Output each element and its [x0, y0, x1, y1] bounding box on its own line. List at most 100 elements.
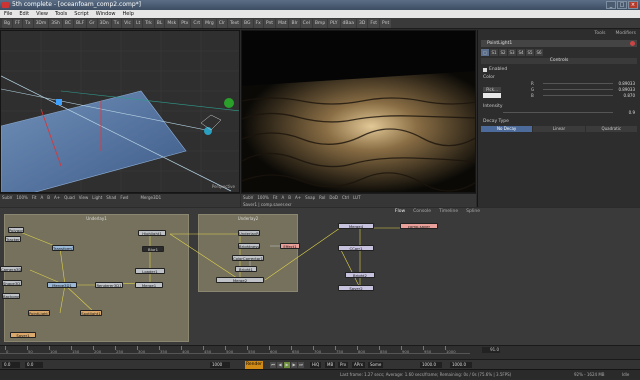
toolbar-button[interactable]: Blr [289, 19, 300, 28]
toolbar-button[interactable]: dBaa [340, 19, 357, 28]
viewer-control-button[interactable]: B [47, 195, 50, 200]
flow-editor[interactable]: Flow Console Timeline Spline Underlay1 U… [0, 208, 640, 345]
color-r-slider[interactable]: R 0.89033 [483, 81, 635, 86]
color-b-slider[interactable]: B 0.870 [483, 93, 635, 98]
current-frame-field[interactable]: 91.0 [482, 347, 500, 353]
viewer-2d-output[interactable] [241, 30, 476, 193]
menu-edit[interactable]: Edit [19, 10, 29, 18]
viewer-control-button[interactable]: RoI [319, 195, 325, 200]
menu-file[interactable]: File [4, 10, 12, 18]
auto-proxy-toggle[interactable]: APrx [352, 362, 365, 368]
tool-subtab[interactable]: S1 [490, 49, 498, 56]
toolbar-button[interactable]: Bg [2, 19, 12, 28]
toolbar-button[interactable]: Fst [368, 19, 380, 28]
toolbar-button[interactable]: Fx [253, 19, 263, 28]
flow-node[interactable]: Renderer3D1 [95, 282, 123, 288]
toolbar-button[interactable]: Clr [216, 19, 227, 28]
flow-node[interactable]: Spotlight1 [80, 310, 102, 316]
flow-node[interactable]: Highlight1 [138, 230, 166, 236]
flow-node[interactable]: Camera3D1 [0, 266, 22, 272]
timeline-ruler[interactable]: 0 50 100 150 200 250 300 350 400 450 500 550 600 650 7… [0, 345, 640, 359]
tool-subtab[interactable]: S3 [508, 49, 516, 56]
decay-no-decay-button[interactable]: No Decay [481, 126, 533, 132]
viewer-control-button[interactable]: A [282, 195, 285, 200]
flow-node[interactable]: PointLight1 [28, 310, 50, 316]
toolbar-button[interactable]: Lt [133, 19, 143, 28]
toolbar-button[interactable]: Trk [143, 19, 154, 28]
toolbar-button[interactable]: BG [242, 19, 253, 28]
flow-node[interactable]: Background1 [2, 293, 20, 299]
toolbar-button[interactable]: FF [12, 19, 23, 28]
flow-node[interactable]: Loader1 [135, 268, 165, 274]
viewer-control-button[interactable]: Quad [64, 195, 75, 200]
viewer-control-button[interactable]: SubV [243, 195, 253, 200]
menu-script[interactable]: Script [74, 10, 89, 18]
toolbar-button[interactable]: BC [62, 19, 74, 28]
color-g-slider[interactable]: Pick... G 0.89033 [483, 87, 635, 92]
flow-node[interactable]: Merge4 [338, 223, 374, 229]
tool-subtab[interactable]: □ [481, 49, 489, 56]
flow-node[interactable]: Blur1 [142, 246, 164, 252]
viewer-control-button[interactable]: Shad [106, 195, 116, 200]
play-button[interactable]: ▶ [284, 362, 290, 368]
viewer-control-button[interactable]: A+ [295, 195, 301, 200]
skip-forward-button[interactable]: ⏭ [298, 362, 304, 368]
toolbar-button[interactable]: Vlc [122, 19, 133, 28]
menu-tools[interactable]: Tools [55, 10, 67, 18]
flow-node[interactable]: Saver2 [338, 285, 374, 291]
viewer-control-button[interactable]: Ctrl [342, 195, 349, 200]
flow-node[interactable]: ColorCorrector1 [232, 255, 264, 261]
viewer-control-button[interactable]: Light [92, 195, 102, 200]
viewer-control-button[interactable]: 100% [257, 195, 268, 200]
viewer-control-button[interactable]: Snap [305, 195, 315, 200]
controls-section[interactable]: Controls [481, 58, 637, 64]
toolbar-button[interactable]: 3Sh [49, 19, 62, 28]
decay-quadratic-button[interactable]: Quadratic [585, 126, 637, 132]
render-end-field-2[interactable]: 1000.0 [450, 362, 472, 368]
frame-ruler[interactable]: 0 50 100 150 200 250 300 350 400 450 500 550 600 650 7… [0, 346, 470, 354]
flow-node[interactable]: Brightness1 [238, 243, 260, 249]
point-light-gizmo[interactable] [224, 98, 234, 108]
flow-node[interactable]: Merge1 [135, 282, 163, 288]
global-end-field[interactable]: 1000.0 [420, 362, 442, 368]
tool-subtab[interactable]: S4 [517, 49, 525, 56]
toolbar-button[interactable]: Ptx [179, 19, 191, 28]
maximize-button[interactable]: □ [617, 1, 627, 9]
toolbar-button[interactable]: BLF [74, 19, 87, 28]
tool-subtab[interactable]: S5 [526, 49, 534, 56]
flow-node[interactable]: Merge3D1 [47, 282, 77, 288]
step-forward-button[interactable]: ▶ [291, 362, 297, 368]
tool-subtab[interactable]: S2 [499, 49, 507, 56]
flow-node[interactable]: Shape3D1 [2, 280, 22, 286]
toolbar-button[interactable]: Pnt [380, 19, 392, 28]
toolbar-button[interactable]: Mat [276, 19, 289, 28]
flow-node[interactable]: Merge2 [216, 277, 264, 283]
menu-help[interactable]: Help [123, 10, 134, 18]
step-back-button[interactable]: ◀ [277, 362, 283, 368]
tool-subtab[interactable]: S6 [535, 49, 543, 56]
toolbar-button[interactable]: BL [154, 19, 165, 28]
channel-value[interactable]: 0.870 [624, 93, 635, 98]
flow-node[interactable]: Tracker1 [5, 236, 21, 242]
transform-handle[interactable] [56, 99, 62, 105]
flow-node[interactable]: UnderlayRes [238, 230, 260, 236]
menu-view[interactable]: View [36, 10, 48, 18]
tool-enable-icon[interactable] [630, 41, 635, 46]
toolbar-button[interactable]: 3Dn [97, 19, 111, 28]
viewer-control-button[interactable]: DoD [329, 195, 338, 200]
viewer-control-button[interactable]: A [41, 195, 44, 200]
channel-value[interactable]: 0.89033 [618, 81, 635, 86]
toolbar-button[interactable]: 3Dm [33, 19, 49, 28]
viewer-control-button[interactable]: Fit [32, 195, 37, 200]
viewer-control-button[interactable]: A+ [54, 195, 60, 200]
viewer-control-button[interactable]: View [79, 195, 89, 200]
selective-update-toggle[interactable]: Some [368, 362, 384, 368]
flow-node[interactable]: Transform1 [52, 245, 74, 251]
flow-node[interactable]: Effect1 [280, 243, 300, 249]
flow-node[interactable]: CCorr1 [338, 245, 374, 251]
toolbar-button[interactable]: Tx [23, 19, 33, 28]
skip-back-button[interactable]: ⏮ [270, 362, 276, 368]
viewer-control-button[interactable]: Fit [273, 195, 278, 200]
mb-toggle[interactable]: MB [325, 362, 336, 368]
render-end-field[interactable]: 1000 [210, 362, 230, 368]
